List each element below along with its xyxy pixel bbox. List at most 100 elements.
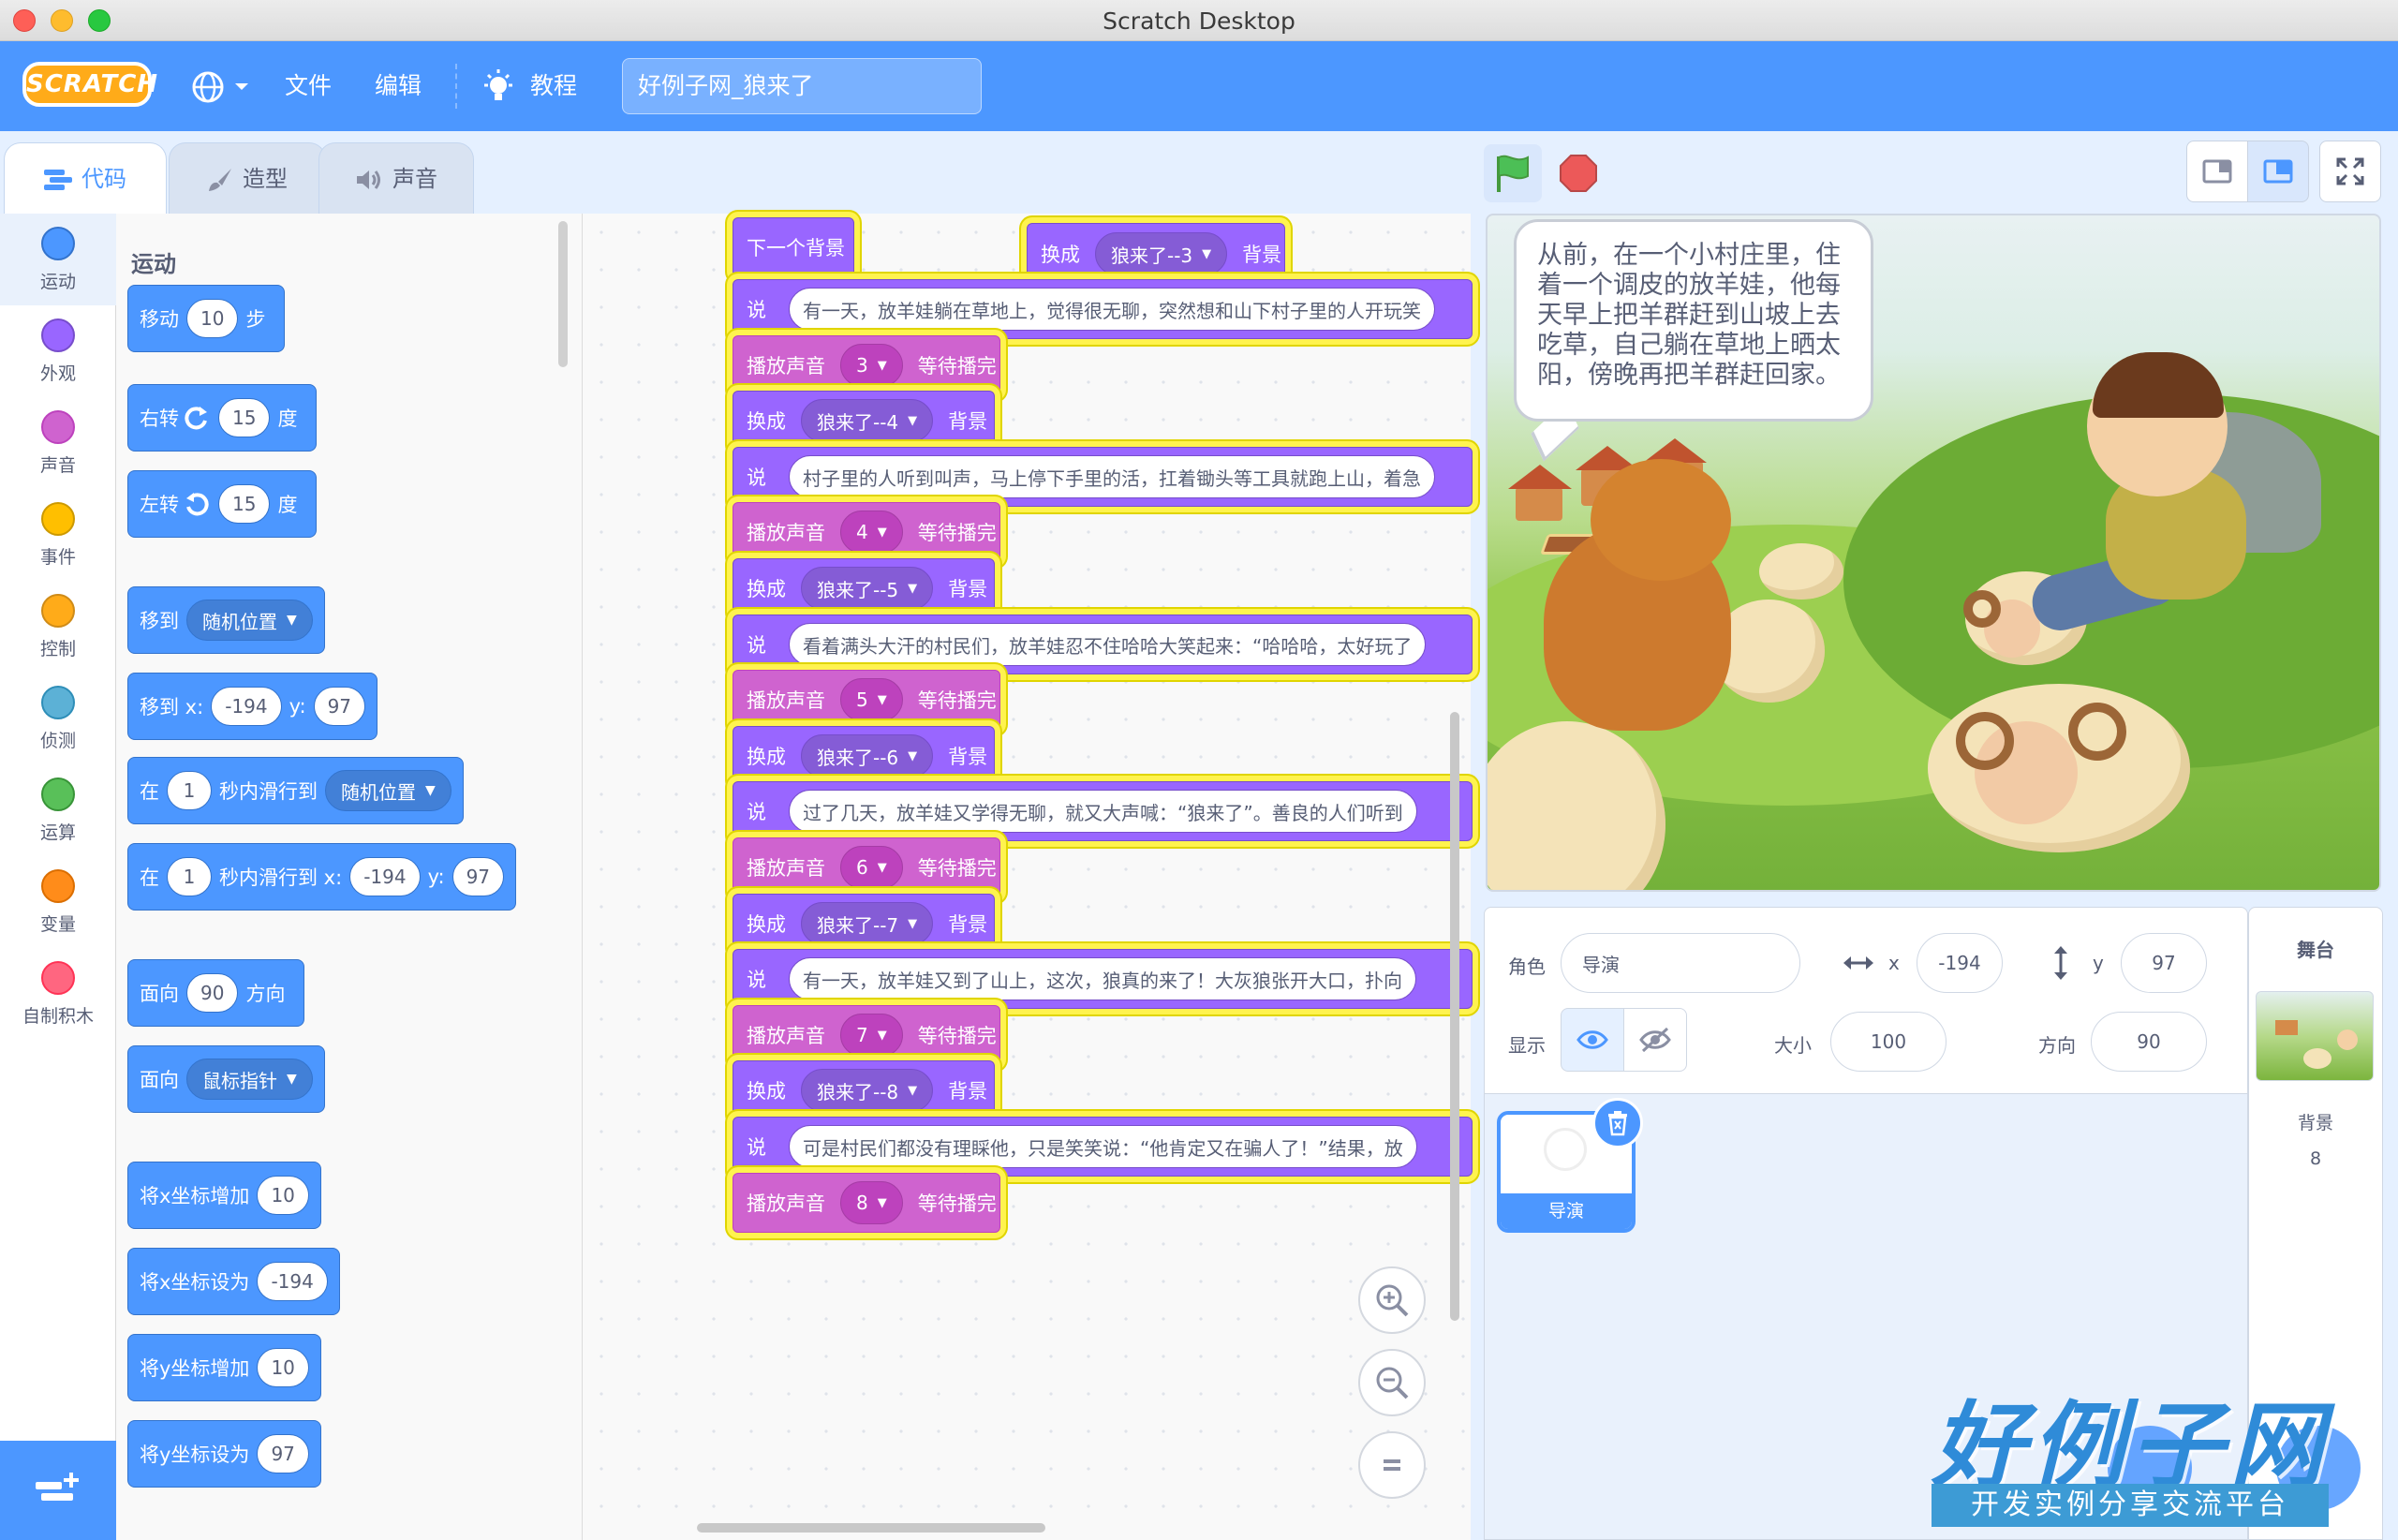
sound-dropdown[interactable]: 5 ▼ [840, 678, 903, 721]
tutorials-menu[interactable]: 教程 [481, 67, 577, 105]
block-turn-left[interactable]: 左转 15 度 [127, 470, 318, 538]
say-text-input[interactable]: 过了几天，放羊娃又学得无聊，就又大声喊：“狼来了”。善良的人们听到 [789, 790, 1417, 833]
tab-sounds[interactable]: 声音 [318, 142, 474, 214]
script-say-block[interactable]: 说村子里的人听到叫声，马上停下手里的活，扛着锄头等工具就跑上山，着急 [733, 447, 1473, 507]
script-play-sound-block[interactable]: 播放声音 3 ▼ 等待播完 [733, 335, 1000, 395]
green-flag-button[interactable] [1484, 144, 1542, 202]
block-point-in-direction[interactable]: 面向 90 方向 [127, 959, 305, 1027]
sound-dropdown[interactable]: 8 ▼ [840, 1181, 903, 1224]
size-input[interactable]: 100 [1830, 1012, 1947, 1072]
category-variables[interactable]: 变量 [0, 856, 116, 948]
zoom-reset-button[interactable] [1358, 1431, 1426, 1499]
category-control[interactable]: 控制 [0, 581, 116, 673]
x-input[interactable]: -194 [1917, 933, 2003, 993]
scratch-logo[interactable]: SCRATCH [22, 62, 157, 107]
block-glide-to[interactable]: 在 1 秒内滑行到 随机位置 ▼ [127, 757, 464, 824]
block-set-x[interactable]: 将x坐标设为 -194 [127, 1248, 340, 1315]
script-switch-backdrop-block[interactable]: 换成 狼来了--4 ▼ 背景 [733, 391, 995, 451]
script-play-sound-block[interactable]: 播放声音 8 ▼ 等待播完 [733, 1173, 1000, 1233]
seconds-input[interactable]: 1 [167, 771, 212, 810]
block-glide-to-xy[interactable]: 在 1 秒内滑行到 x: -194 y: 97 [127, 843, 517, 911]
script-switch-backdrop-block[interactable]: 换成 狼来了--5 ▼ 背景 [733, 558, 995, 618]
category-sound[interactable]: 声音 [0, 397, 116, 489]
script-switch-backdrop-block[interactable]: 换成 狼来了--7 ▼ 背景 [733, 894, 995, 954]
small-stage-button[interactable] [2186, 141, 2248, 202]
normal-stage-button[interactable] [2247, 141, 2309, 202]
direction-input[interactable]: 90 [2091, 1012, 2207, 1072]
script-play-sound-block[interactable]: 播放声音 4 ▼ 等待播完 [733, 502, 1000, 562]
script-say-block[interactable]: 说 过了几天，放羊娃又学得无聊，就又大声喊：“狼来了”。善良的人们听到 [733, 781, 1473, 841]
fullscreen-button[interactable] [2319, 141, 2381, 202]
script-switch-backdrop-block[interactable]: 换成 狼来了--6 ▼ 背景 [733, 726, 995, 786]
set-y-input[interactable]: 97 [257, 1434, 309, 1473]
block-turn-right[interactable]: 右转 15 度 [127, 384, 318, 452]
sound-dropdown[interactable]: 6 ▼ [840, 846, 903, 889]
block-change-y[interactable]: 将y坐标增加 10 [127, 1334, 321, 1401]
script-next-backdrop-block[interactable]: 下一个背景 [733, 217, 854, 277]
backdrop-dropdown[interactable]: 狼来了--5 ▼ [801, 567, 934, 610]
block-change-x[interactable]: 将x坐标增加 10 [127, 1162, 321, 1229]
steps-input[interactable]: 10 [186, 299, 239, 338]
category-operators[interactable]: 运算 [0, 764, 116, 856]
delete-sprite-button[interactable] [1592, 1098, 1643, 1148]
stop-button[interactable] [1549, 144, 1607, 202]
script-play-sound-block[interactable]: 播放声音 6 ▼ 等待播完 [733, 837, 1000, 897]
script-play-sound-block[interactable]: 播放声音 7 ▼ 等待播完 [733, 1005, 1000, 1065]
script-say-block[interactable]: 说 有一天，放羊娃又到了山上，这次，狼真的来了！大灰狼张开大口，扑向 [733, 949, 1473, 1009]
backdrop-dropdown[interactable]: 狼来了--4 ▼ [801, 399, 934, 442]
script-switch-backdrop-block[interactable]: 换成 狼来了--3 ▼ 背景 [1027, 223, 1285, 285]
point-towards-dropdown[interactable]: 鼠标指针 ▼ [186, 1059, 313, 1100]
degrees-input[interactable]: 15 [218, 398, 271, 437]
sound-dropdown[interactable]: 3 ▼ [840, 344, 903, 387]
glide-target-dropdown[interactable]: 随机位置 ▼ [325, 770, 451, 811]
go-to-target-dropdown[interactable]: 随机位置 ▼ [186, 600, 313, 641]
y-input[interactable]: 97 [451, 857, 505, 896]
sprite-name-input[interactable]: 导演 [1561, 933, 1800, 993]
tab-costumes[interactable]: 造型 [169, 142, 326, 214]
block-go-to[interactable]: 移到 随机位置 ▼ [127, 586, 325, 654]
backdrop-dropdown[interactable]: 狼来了--8 ▼ [801, 1069, 934, 1112]
project-title-input[interactable]: 好例子网_狼来了 [622, 58, 982, 114]
backdrop-dropdown[interactable]: 狼来了--3 ▼ [1095, 232, 1228, 275]
show-sprite-button[interactable] [1561, 1008, 1624, 1072]
language-menu[interactable] [189, 67, 255, 105]
category-my-blocks[interactable]: 自制积木 [0, 948, 116, 1040]
category-motion[interactable]: 运动 [0, 214, 116, 305]
change-x-input[interactable]: 10 [257, 1176, 309, 1215]
say-text-input[interactable]: 村子里的人听到叫声，马上停下手里的活，扛着锄头等工具就跑上山，着急 [789, 455, 1435, 498]
seconds-input[interactable]: 1 [167, 857, 212, 896]
degrees-input[interactable]: 15 [218, 484, 271, 524]
block-point-towards[interactable]: 面向 鼠标指针 ▼ [127, 1045, 325, 1113]
script-say-block[interactable]: 说 有一天，放羊娃躺在草地上，觉得很无聊，突然想和山下村子里的人开玩笑 [733, 279, 1473, 339]
x-input[interactable]: -194 [349, 857, 421, 896]
script-switch-backdrop-block[interactable]: 换成 狼来了--8 ▼ 背景 [733, 1060, 995, 1120]
sound-dropdown[interactable]: 7 ▼ [840, 1014, 903, 1057]
block-set-y[interactable]: 将y坐标设为 97 [127, 1420, 321, 1488]
script-area[interactable] [583, 214, 1471, 1540]
script-vertical-scrollbar[interactable] [1450, 712, 1459, 1321]
category-events[interactable]: 事件 [0, 489, 116, 581]
hide-sprite-button[interactable] [1623, 1008, 1687, 1072]
file-menu[interactable]: 文件 [285, 67, 332, 105]
block-move-steps[interactable]: 移动 10 步 [127, 285, 286, 352]
y-input[interactable]: 97 [313, 687, 366, 726]
backdrop-thumbnail[interactable] [2256, 991, 2374, 1081]
x-input[interactable]: -194 [211, 687, 282, 726]
zoom-in-button[interactable] [1358, 1266, 1426, 1334]
say-text-input[interactable]: 有一天，放羊娃又到了山上，这次，狼真的来了！大灰狼张开大口，扑向 [789, 957, 1416, 1000]
palette-scrollbar[interactable] [558, 221, 568, 367]
script-horizontal-scrollbar[interactable] [697, 1523, 1045, 1533]
stage-canvas[interactable]: 从前，在一个小村庄里，住着一个调皮的放羊娃，他每天早上把羊群赶到山坡上去吃草，自… [1486, 214, 2381, 892]
category-looks[interactable]: 外观 [0, 305, 116, 397]
add-extension-button[interactable] [0, 1441, 116, 1540]
category-sensing[interactable]: 侦测 [0, 673, 116, 764]
script-play-sound-block[interactable]: 播放声音 5 ▼ 等待播完 [733, 670, 1000, 730]
backdrop-dropdown[interactable]: 狼来了--7 ▼ [801, 902, 934, 945]
say-text-input[interactable]: 看着满头大汗的村民们，放羊娃忍不住哈哈大笑起来：“哈哈哈，太好玩了 [789, 623, 1427, 666]
direction-input[interactable]: 90 [186, 973, 239, 1013]
y-input[interactable]: 97 [2121, 933, 2207, 993]
script-say-block[interactable]: 说可是村民们都没有理睬他，只是笑笑说：“他肯定又在骗人了！”结果，放 [733, 1117, 1473, 1177]
sound-dropdown[interactable]: 4 ▼ [840, 511, 903, 554]
edit-menu[interactable]: 编辑 [375, 67, 422, 105]
zoom-out-button[interactable] [1358, 1349, 1426, 1416]
